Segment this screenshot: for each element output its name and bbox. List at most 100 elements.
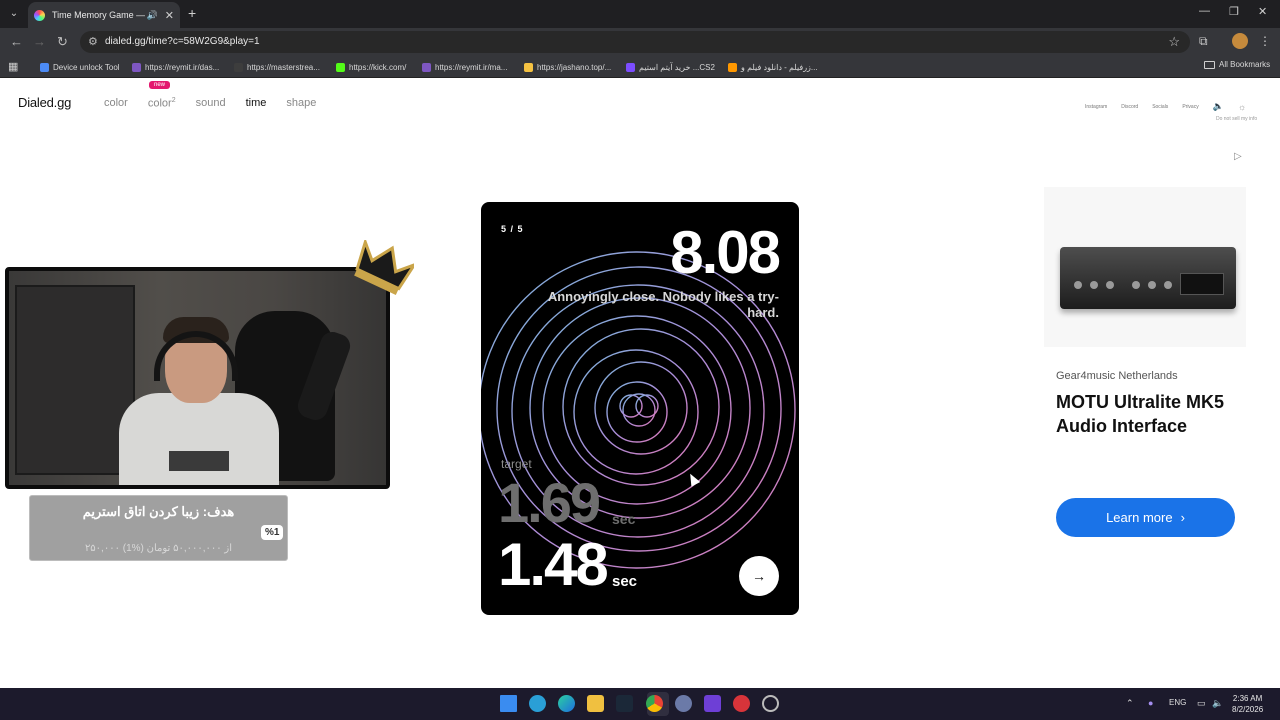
bookmark-favicon-icon xyxy=(132,62,141,72)
ad-product-image[interactable] xyxy=(1044,187,1246,347)
windows-start-icon[interactable] xyxy=(500,695,517,712)
bookmark-favicon-icon xyxy=(336,62,345,72)
score-value: 8.08 xyxy=(670,219,781,286)
your-time: 1.48 xyxy=(498,531,609,598)
all-bookmarks-label: All Bookmarks xyxy=(1219,60,1271,69)
file-explorer-icon[interactable] xyxy=(587,695,604,712)
telegram-icon[interactable] xyxy=(529,695,546,712)
bookmark-label: زرفیلم - دانلود فیلم و... xyxy=(741,62,818,72)
learn-more-button[interactable]: Learn more › xyxy=(1056,498,1235,537)
ad-advertiser: Gear4music Netherlands xyxy=(1056,370,1178,382)
bookmark-favicon-icon xyxy=(626,62,635,72)
browser-tab[interactable]: Time Memory Game — Ho 🔊 ✕ xyxy=(28,2,180,28)
bookmark-item[interactable]: https://reymit.ir/ma... xyxy=(422,60,507,74)
bookmark-label: Device unlock Tool xyxy=(53,62,120,72)
sound-toggle-icon[interactable]: 🔈 xyxy=(1213,101,1224,112)
minimize-icon[interactable]: — xyxy=(1199,5,1210,17)
webcam-shelf xyxy=(15,285,135,475)
apps-grid-icon[interactable]: ▦ xyxy=(8,60,18,73)
restore-icon[interactable]: ❐ xyxy=(1229,5,1239,18)
extensions-icon[interactable]: ⧉ xyxy=(1199,34,1208,49)
new-tab-icon[interactable]: + xyxy=(188,5,196,21)
tray-chevron-icon[interactable]: ⌃ xyxy=(1126,698,1134,709)
bookmark-favicon-icon xyxy=(728,62,737,72)
bookmark-item[interactable]: خرید آیتم استیم ...CS2 xyxy=(626,60,715,74)
reload-icon[interactable]: ↻ xyxy=(57,34,68,50)
profile-avatar[interactable] xyxy=(1232,33,1248,49)
folder-icon xyxy=(1204,60,1215,69)
target-time: 1.69 xyxy=(498,471,601,534)
close-window-icon[interactable]: ✕ xyxy=(1258,5,1267,18)
bookmark-item[interactable]: Device unlock Tool xyxy=(40,60,120,74)
steam-icon[interactable] xyxy=(616,695,633,712)
learn-more-label: Learn more xyxy=(1106,510,1173,525)
red-app-icon[interactable] xyxy=(733,695,750,712)
site-info-icon[interactable]: ⚙ xyxy=(88,35,98,48)
volume-icon[interactable]: 🔈 xyxy=(1212,698,1223,709)
nav-color[interactable]: color xyxy=(104,97,128,110)
ad-choices-icon[interactable]: ▷ xyxy=(1234,151,1242,162)
arrow-right-icon: → xyxy=(752,568,766,584)
link-privacy[interactable]: Privacy xyxy=(1182,104,1198,110)
browser-toolbar: ← → ↻ ⚙ dialed.gg/time?c=58W2G9&play=1 ☆… xyxy=(0,28,1280,56)
knob xyxy=(1074,281,1082,289)
knob xyxy=(1164,281,1172,289)
menu-icon[interactable]: ⋮ xyxy=(1259,34,1271,48)
bookmark-item[interactable]: زرفیلم - دانلود فیلم و... xyxy=(728,60,818,74)
webcam-overlay xyxy=(5,267,390,489)
bookmark-item[interactable]: https://jashano.top/... xyxy=(524,60,611,74)
nav-shape[interactable]: shape xyxy=(286,97,316,110)
new-badge: new xyxy=(149,81,171,89)
bookmark-item[interactable]: https://masterstrea... xyxy=(234,60,320,74)
dialed-favicon-icon xyxy=(34,9,45,21)
nav-sound[interactable]: sound xyxy=(196,97,226,110)
bookmark-item[interactable]: https://kick.com/ xyxy=(336,60,406,74)
speaker-icon[interactable]: 🔊 xyxy=(147,10,158,21)
nav-color2-label: color xyxy=(147,97,172,110)
next-arrow-button[interactable]: → xyxy=(739,556,779,596)
bookmark-label: https://masterstrea... xyxy=(247,62,320,72)
bookmark-label: https://reymit.ir/ma... xyxy=(435,62,508,72)
network-icon[interactable]: ▭ xyxy=(1197,698,1206,709)
bookmark-favicon-icon xyxy=(40,62,49,72)
r-app-icon[interactable] xyxy=(704,695,721,712)
app-icon[interactable] xyxy=(675,695,692,712)
do-not-sell-link[interactable]: Do not sell my info xyxy=(1216,116,1257,122)
nav-time[interactable]: time xyxy=(246,97,267,110)
close-tab-icon[interactable]: ✕ xyxy=(165,9,174,22)
system-clock[interactable]: 2:36 AM 8/2/2026 xyxy=(1232,693,1263,715)
obs-icon[interactable] xyxy=(762,695,779,712)
language-indicator[interactable]: ENG xyxy=(1169,698,1186,707)
link-discord[interactable]: Discord xyxy=(1121,104,1138,110)
your-unit: sec xyxy=(612,573,638,590)
ad-headline[interactable]: MOTU Ultralite MK5 Audio Interface xyxy=(1056,390,1256,438)
forward-icon[interactable]: → xyxy=(33,34,46,49)
page-content: Dialed.gg new color color2 sound time sh… xyxy=(0,80,1280,688)
game-result-card: 5 / 5 8.08 Annoyingly close. Nobody like… xyxy=(481,202,799,615)
link-instagram[interactable]: Instagram xyxy=(1085,104,1107,110)
chrome-icon[interactable] xyxy=(646,695,663,712)
donation-goal-title: هدف: زیبا کردن اتاق استریم xyxy=(82,504,235,519)
bookmark-item[interactable]: https://reymit.ir/das... xyxy=(132,60,219,74)
site-logo[interactable]: Dialed.gg xyxy=(18,95,71,110)
bookmark-star-icon[interactable]: ☆ xyxy=(1168,34,1180,50)
donation-progress-text: ۲۵۰,۰۰۰ از ۵۰,۰۰۰,۰۰۰ تومان (%1) xyxy=(84,543,233,554)
nav-color2[interactable]: color2 xyxy=(148,97,176,110)
webcam-shirt-print xyxy=(169,451,229,471)
bookmark-label: خرید آیتم استیم ...CS2 xyxy=(639,62,715,72)
chevron-right-icon: › xyxy=(1180,510,1185,525)
back-icon[interactable]: ← xyxy=(10,34,23,49)
bookmark-favicon-icon xyxy=(524,62,533,72)
donation-goal-widget: هدف: زیبا کردن اتاق استریم %1 ۲۵۰,۰۰۰ از… xyxy=(29,495,288,561)
address-bar[interactable]: ⚙ dialed.gg/time?c=58W2G9&play=1 ☆ xyxy=(80,31,1190,53)
tab-search-icon[interactable]: ⌄ xyxy=(6,6,22,22)
edge-icon[interactable] xyxy=(558,695,575,712)
result-comment: Annoyingly close. Nobody likes a try-har… xyxy=(547,289,779,320)
clock-time: 2:36 AM xyxy=(1232,694,1263,703)
link-socials[interactable]: Socials xyxy=(1152,104,1168,110)
knob xyxy=(1148,281,1156,289)
mic-icon[interactable]: ● xyxy=(1148,698,1153,708)
theme-toggle-icon[interactable]: ☼ xyxy=(1238,102,1246,112)
tab-title: Time Memory Game — Ho xyxy=(52,10,145,20)
all-bookmarks[interactable]: All Bookmarks xyxy=(1204,60,1270,69)
